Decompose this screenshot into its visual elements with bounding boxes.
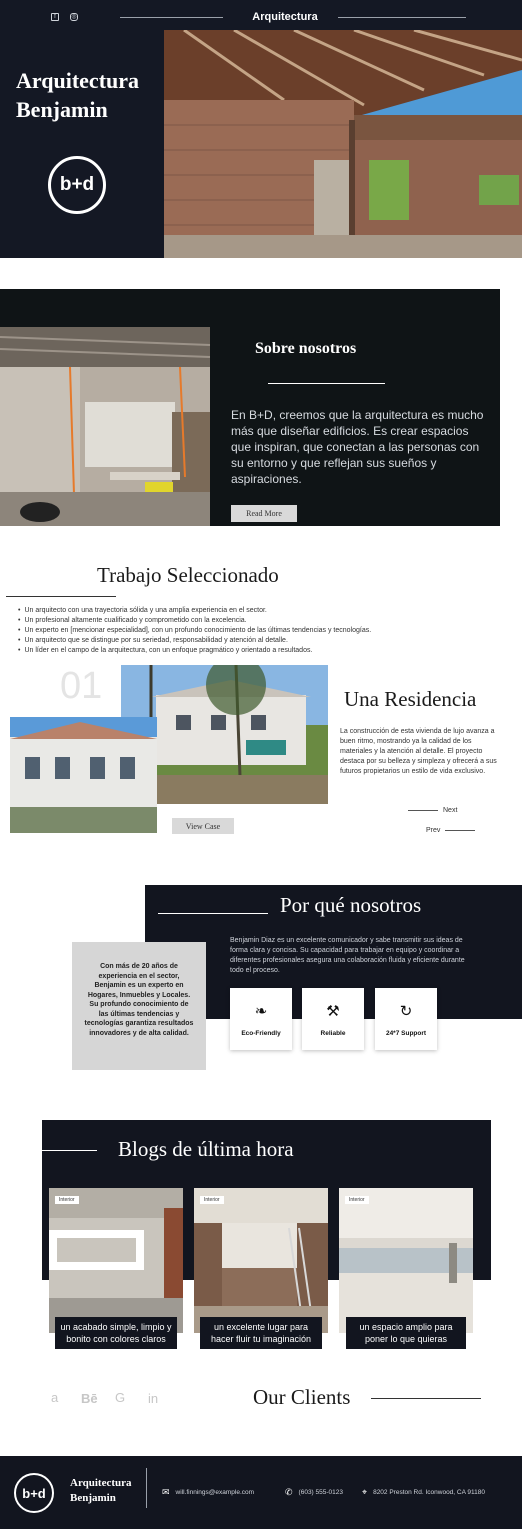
why-divider — [158, 913, 268, 914]
about-text: En B+D, creemos que la arquitectura es m… — [231, 408, 484, 486]
work-bullet-list: Un arquitecto con una trayectoria sólida… — [18, 606, 498, 656]
list-item: Un líder en el campo de la arquitectura,… — [18, 646, 498, 656]
facebook-icon[interactable]: f — [51, 13, 59, 21]
why-title: Por qué nosotros — [280, 893, 422, 917]
list-item: Un experto en [mencionar especialidad], … — [18, 626, 498, 636]
linkedin-icon[interactable]: in — [148, 1391, 158, 1406]
nav-title[interactable]: Arquitectura — [230, 11, 340, 23]
blog-caption[interactable]: un excelente lugar para hacer fluir tu i… — [200, 1317, 322, 1349]
hero-title-line1: Arquitectura — [16, 68, 140, 93]
behance-icon[interactable]: Bē — [81, 1391, 98, 1406]
amazon-icon[interactable]: a — [51, 1390, 58, 1405]
mail-icon: ✉ — [162, 1487, 170, 1497]
feature-label: Reliable — [320, 1029, 346, 1037]
footer-phone[interactable]: ✆ (603) 555-0123 — [285, 1487, 343, 1498]
prev-label: Prev — [426, 827, 441, 834]
work-divider — [6, 596, 116, 597]
blog-tag: Interior — [55, 1196, 79, 1204]
google-icon[interactable]: G — [115, 1390, 125, 1405]
feature-label: 24*7 Support — [385, 1029, 427, 1037]
footer-brand: Arquitectura Benjamin — [70, 1476, 132, 1506]
footer-phone-text: (603) 555-0123 — [298, 1489, 343, 1496]
about-divider — [268, 383, 385, 384]
blog-card-image — [194, 1188, 328, 1333]
hero-image — [164, 30, 522, 258]
support-24-icon: ↻ — [399, 1002, 413, 1020]
list-item: Un arquitecto que se distingue por su se… — [18, 636, 498, 646]
list-item: Un profesional altamente cualificado y c… — [18, 616, 498, 626]
feature-reliable: ⚒ Reliable — [302, 988, 364, 1050]
location-pin-icon: ⌖ — [362, 1487, 368, 1497]
footer-brand-line1: Arquitectura — [70, 1477, 132, 1489]
tools-icon: ⚒ — [326, 1002, 340, 1020]
leaf-icon: ❧ — [254, 1002, 268, 1020]
about-image — [0, 327, 210, 526]
feature-eco-friendly: ❧ Eco-Friendly — [230, 988, 292, 1050]
clients-title: Our Clients — [253, 1385, 351, 1409]
hero-title: Arquitectura Benjamin — [16, 66, 166, 124]
project-image-secondary — [10, 717, 157, 833]
about-title: Sobre nosotros — [255, 340, 357, 357]
clients-divider — [371, 1398, 481, 1399]
blog-card[interactable]: Interior — [339, 1188, 473, 1333]
feature-label: Eco-Friendly — [241, 1029, 281, 1037]
instagram-icon[interactable]: ◎ — [70, 13, 78, 21]
footer-brand-line2: Benjamin — [70, 1492, 116, 1504]
blogs-divider — [42, 1150, 97, 1151]
footer-email-text: will.finnings@example.com — [175, 1489, 255, 1496]
next-label: Next — [443, 807, 458, 814]
project-title: Una Residencia — [344, 687, 477, 711]
next-line — [408, 810, 438, 811]
blog-tag: Interior — [345, 1196, 369, 1204]
feature-support: ↻ 24*7 Support — [375, 988, 437, 1050]
blog-tag: Interior — [200, 1196, 224, 1204]
hero-title-line2: Benjamin — [16, 97, 108, 122]
view-case-button[interactable]: View Case — [172, 818, 234, 834]
blogs-title: Blogs de última hora — [118, 1137, 294, 1161]
footer-email[interactable]: ✉ will.finnings@example.com — [162, 1487, 254, 1498]
footer-logo[interactable]: b+d — [14, 1473, 54, 1513]
next-link[interactable]: Next — [408, 807, 457, 814]
blog-card-image — [49, 1188, 183, 1333]
blog-card-image — [339, 1188, 473, 1333]
blog-card[interactable]: Interior — [49, 1188, 183, 1333]
nav-divider-right — [338, 17, 466, 18]
nav-divider-left — [120, 17, 223, 18]
footer-address-text: 8202 Preston Rd. Iconwood, CA 91180 — [373, 1489, 485, 1496]
prev-link[interactable]: Prev — [426, 827, 476, 834]
project-number: 01 — [60, 665, 103, 707]
phone-icon: ✆ — [285, 1487, 293, 1497]
work-title: Trabajo Seleccionado — [97, 563, 279, 587]
experience-box: Con más de 20 años de experiencia en el … — [72, 942, 206, 1070]
read-more-button[interactable]: Read More — [231, 505, 297, 522]
list-item: Un arquitecto con una trayectoria sólida… — [18, 606, 498, 616]
brand-logo[interactable]: b+d — [48, 156, 106, 214]
blog-caption[interactable]: un espacio amplio para poner lo que quie… — [346, 1317, 466, 1349]
footer-address[interactable]: ⌖ 8202 Preston Rd. Iconwood, CA 91180 — [362, 1487, 485, 1498]
project-description: La construcción de esta vivienda de lujo… — [340, 728, 497, 775]
blog-caption[interactable]: un acabado simple, limpio y bonito con c… — [55, 1317, 177, 1349]
why-text: Benjamin Diaz es un excelente comunicado… — [230, 937, 465, 974]
prev-line — [445, 830, 476, 831]
blog-card[interactable]: Interior — [194, 1188, 328, 1333]
footer-divider — [146, 1468, 147, 1508]
